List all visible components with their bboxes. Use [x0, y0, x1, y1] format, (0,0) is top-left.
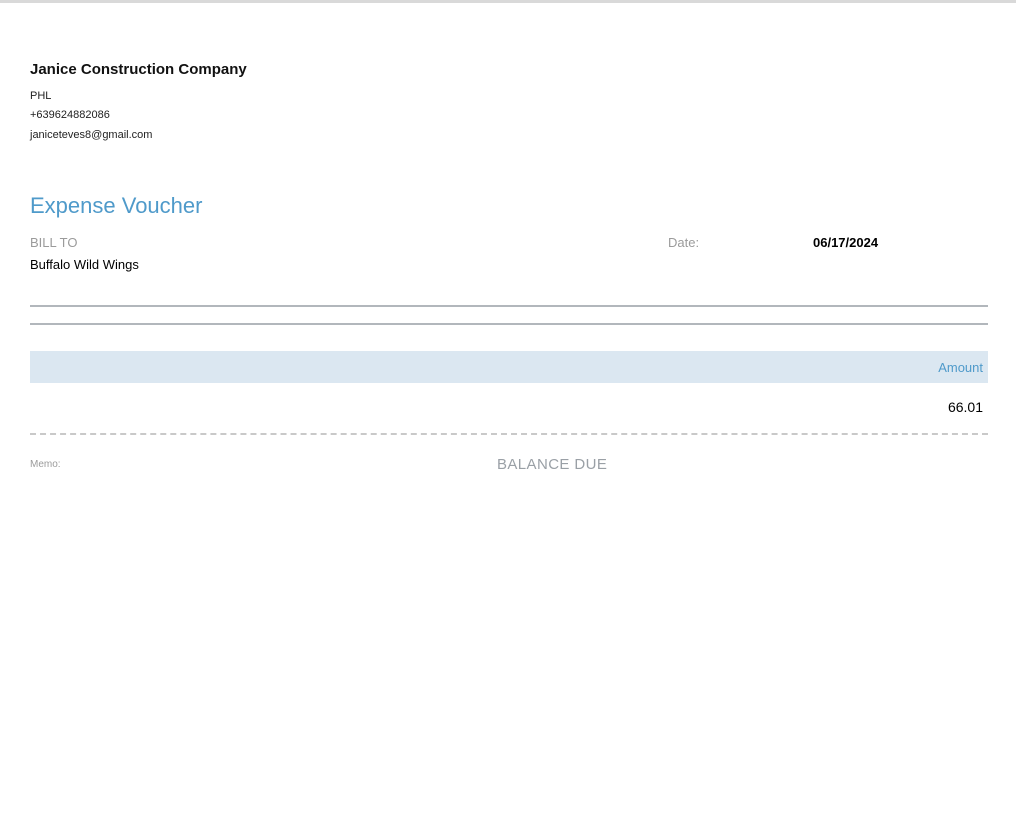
table-top-rule: [30, 305, 988, 307]
table-header-row: Amount: [30, 351, 988, 383]
company-address: PHL: [30, 90, 52, 102]
date-label: Date:: [668, 235, 700, 250]
date-value: 06/17/2024: [813, 235, 879, 250]
company-name: Janice Construction Company: [30, 61, 247, 78]
balance-due-label: BALANCE DUE: [497, 456, 608, 473]
company-phone: +639624882086: [30, 109, 110, 121]
memo-label: Memo:: [30, 459, 61, 470]
company-email: janiceteves8@gmail.com: [30, 129, 153, 141]
footer-dashed-rule: [30, 433, 988, 435]
bill-to-name: Buffalo Wild Wings: [30, 257, 139, 272]
table-bottom-rule: [30, 323, 988, 325]
page-top-border: [0, 0, 1016, 3]
amount-cell-value: 66.01: [947, 399, 983, 415]
document-title: Expense Voucher: [30, 193, 203, 218]
bill-to-label: BILL TO: [30, 235, 78, 250]
amount-column-header: Amount: [938, 359, 983, 375]
